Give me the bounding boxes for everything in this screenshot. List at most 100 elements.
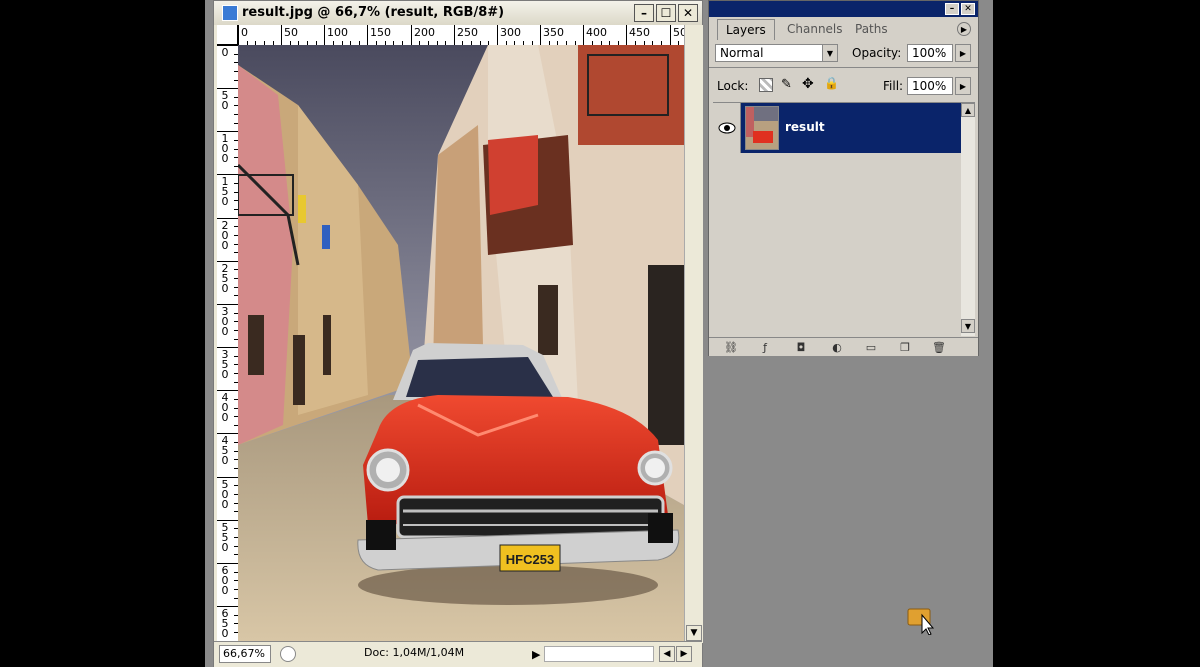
ruler-label: 450 (629, 26, 650, 39)
ruler-tick (281, 25, 282, 45)
maximize-button[interactable]: ☐ (656, 4, 676, 22)
layer-name: result (785, 120, 825, 134)
palette-menu-button[interactable]: ▶ (957, 22, 971, 36)
tab-channels[interactable]: Channels (779, 19, 851, 39)
ruler-tick (324, 25, 325, 45)
ruler-label: 200 (221, 219, 229, 252)
ruler-tick (367, 25, 368, 45)
layers-palette-footer: ⛓ ƒ ◘ ◐ ▭ ❐ 🗑 (709, 337, 978, 356)
status-bar: 66,67% Doc: 1,04M/1,04M ▶ ◀ ▶ (214, 641, 702, 667)
trash-icon[interactable]: 🗑 (931, 340, 947, 354)
ruler-label: 600 (221, 564, 229, 597)
layers-palette: – ✕ Layers Channels Paths ▶ Normal ▼ Opa… (708, 0, 979, 356)
ruler-label: 250 (221, 262, 229, 295)
lock-move-icon[interactable]: ✥ (802, 76, 814, 92)
lock-transparency-icon[interactable] (759, 78, 773, 92)
minimize-icon: – (641, 6, 647, 20)
arrow-up-icon: ▲ (964, 105, 972, 115)
scroll-up-button[interactable]: ▲ (961, 103, 975, 117)
vertical-ruler[interactable]: 0 50 100 150 200 250 300 350 400 450 500 550 600 650 (217, 45, 239, 641)
document-title: result.jpg @ 66,7% (result, RGB/8#) (242, 5, 505, 20)
ruler-label: 150 (221, 175, 229, 208)
horizontal-scrollbar[interactable] (544, 646, 654, 662)
palette-menu-icon: ▶ (960, 24, 968, 34)
layer-visibility-toggle[interactable] (713, 103, 741, 153)
scroll-left-button[interactable]: ◀ (659, 646, 675, 662)
layer-thumbnail (745, 106, 779, 150)
scroll-down-button[interactable]: ▼ (961, 319, 975, 333)
ruler-label: 200 (414, 26, 435, 39)
ruler-label: 400 (586, 26, 607, 39)
horizontal-ruler[interactable]: 0 50 100 150 200 250 300 350 400 450 500 (238, 25, 684, 46)
lock-paint-brush-icon[interactable]: ✎ (781, 77, 792, 92)
opacity-input[interactable]: 100% (907, 44, 953, 62)
ruler-tick (583, 25, 584, 45)
ruler-tick (670, 25, 671, 45)
tab-layers[interactable]: Layers (717, 19, 775, 40)
ruler-tick (497, 25, 498, 45)
zoom-field[interactable]: 66,67% (219, 645, 271, 663)
ruler-label: 50 (221, 89, 229, 112)
layer-thumbnail-image (746, 107, 778, 149)
ruler-label: 650 (221, 607, 229, 640)
arrow-right-icon: ▶ (680, 649, 688, 659)
opacity-slider-button[interactable]: ▶ (955, 44, 971, 62)
street-photo: HFC253 (238, 45, 684, 641)
layer-row[interactable]: result (713, 103, 961, 153)
ruler-label: 450 (221, 434, 229, 467)
add-mask-icon[interactable]: ◘ (793, 340, 809, 354)
palette-minimize-button[interactable]: – (945, 3, 959, 15)
document-titlebar[interactable]: result.jpg @ 66,7% (result, RGB/8#) – ☐ … (214, 1, 702, 25)
ruler-tick (411, 25, 412, 45)
tab-paths[interactable]: Paths (847, 19, 896, 39)
layer-list: result ▲ ▼ (713, 102, 975, 336)
palette-close-button[interactable]: ✕ (961, 3, 975, 15)
document-window: result.jpg @ 66,7% (result, RGB/8#) – ☐ … (213, 0, 703, 667)
ruler-tick (454, 25, 455, 45)
minimize-icon: – (949, 4, 955, 14)
status-menu-arrow-icon[interactable]: ▶ (532, 648, 540, 661)
adjustment-layer-icon[interactable]: ◐ (829, 340, 845, 354)
arrow-down-icon: ▼ (964, 321, 972, 331)
ruler-label: 300 (221, 305, 229, 338)
ruler-label: 0 (241, 26, 248, 39)
ruler-origin[interactable] (217, 25, 238, 45)
fill-slider-button[interactable]: ▶ (955, 77, 971, 95)
scroll-right-button[interactable]: ▶ (676, 646, 692, 662)
license-plate-text: HFC253 (506, 552, 554, 567)
lock-all-icon[interactable]: 🔒 (824, 76, 839, 90)
maximize-icon: ☐ (660, 6, 672, 20)
ruler-tick (238, 25, 239, 45)
ruler-label: 100 (221, 132, 229, 165)
document-size-info: Doc: 1,04M/1,04M (364, 646, 465, 659)
minimize-button[interactable]: – (634, 4, 654, 22)
blend-mode-dropdown-button[interactable]: ▼ (822, 44, 838, 62)
ruler-label: 150 (370, 26, 391, 39)
ruler-label: 50 (284, 26, 298, 39)
vertical-scrollbar[interactable]: ▼ (684, 25, 703, 643)
link-layers-icon[interactable]: ⛓ (723, 340, 739, 354)
scroll-down-button[interactable]: ▼ (686, 625, 702, 641)
ruler-label: 350 (221, 348, 229, 381)
ruler-tick (540, 25, 541, 45)
fill-input[interactable]: 100% (907, 77, 953, 95)
blend-mode-select[interactable]: Normal (715, 44, 825, 62)
ruler-label: 350 (543, 26, 564, 39)
arrow-down-icon: ▼ (690, 628, 698, 638)
ruler-label: 400 (221, 391, 229, 424)
layer-list-scrollbar[interactable]: ▲ ▼ (961, 103, 975, 336)
ruler-label: 300 (500, 26, 521, 39)
ruler-label: 500 (673, 26, 684, 39)
palette-titlebar[interactable]: – ✕ (709, 1, 978, 17)
status-info-icon[interactable] (280, 646, 296, 662)
layer-style-icon[interactable]: ƒ (757, 340, 773, 354)
chevron-down-icon: ▼ (826, 48, 834, 58)
ruler-label: 100 (327, 26, 348, 39)
lock-label: Lock: (717, 79, 749, 93)
photoshop-document-icon (222, 5, 238, 21)
divider (709, 67, 978, 68)
new-layer-icon[interactable]: ❐ (897, 340, 913, 354)
image-canvas[interactable]: HFC253 (238, 45, 684, 641)
new-group-icon[interactable]: ▭ (863, 340, 879, 354)
close-button[interactable]: ✕ (678, 4, 698, 22)
